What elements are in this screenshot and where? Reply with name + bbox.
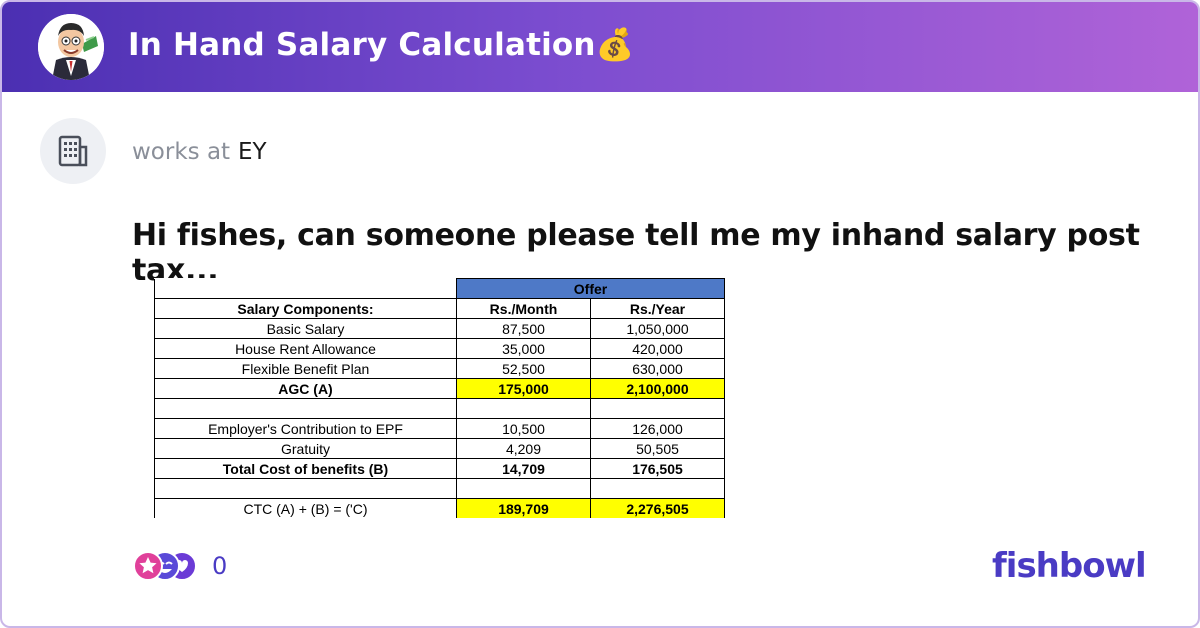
table-cell: 189,709	[456, 498, 591, 518]
table-row: Total Cost of benefits (B) 14,709 176,50…	[154, 458, 725, 479]
column-header: Rs./Year	[590, 298, 725, 319]
post-card: In Hand Salary Calculation💰 works at EY …	[0, 0, 1200, 628]
table-cell: 35,000	[456, 338, 591, 359]
reaction-count[interactable]: 0	[212, 552, 227, 580]
table-cell: Gratuity	[154, 438, 457, 459]
star-reaction-icon	[133, 551, 163, 581]
table-cell: 87,500	[456, 318, 591, 339]
table-row: House Rent Allowance 35,000 420,000	[154, 338, 725, 359]
company-logo[interactable]	[40, 118, 106, 184]
column-header: Salary Components:	[154, 298, 457, 319]
company-name[interactable]: EY	[238, 139, 267, 165]
reactions[interactable]	[132, 550, 198, 582]
table-cell: 175,000	[456, 378, 591, 399]
table-cell	[154, 398, 457, 419]
table-row: Flexible Benefit Plan 52,500 630,000	[154, 358, 725, 379]
table-cell: 10,500	[456, 418, 591, 439]
table-cell: CTC (A) + (B) = ('C)	[154, 498, 457, 518]
table-row: AGC (A) 175,000 2,100,000	[154, 378, 725, 399]
table-cell: 126,000	[590, 418, 725, 439]
table-cell	[154, 478, 457, 499]
column-header: Rs./Month	[456, 298, 591, 319]
bowl-header: In Hand Salary Calculation💰	[2, 2, 1198, 92]
table-cell: 4,209	[456, 438, 591, 459]
building-icon	[58, 135, 88, 167]
table-cell: 1,050,000	[590, 318, 725, 339]
bowl-title[interactable]: In Hand Salary Calculation💰	[128, 26, 635, 63]
table-row: CTC (A) + (B) = ('C) 189,709 2,276,505	[154, 498, 725, 518]
table-row	[154, 398, 725, 419]
table-row: Basic Salary 87,500 1,050,000	[154, 318, 725, 339]
offer-header: Offer	[456, 278, 725, 299]
table-cell	[456, 478, 591, 499]
table-cell: Basic Salary	[154, 318, 457, 339]
table-cell: House Rent Allowance	[154, 338, 457, 359]
table-cell: Total Cost of benefits (B)	[154, 458, 457, 479]
table-cell: 14,709	[456, 458, 591, 479]
table-cell	[456, 398, 591, 419]
table-cell: 52,500	[456, 358, 591, 379]
bowl-avatar-icon[interactable]	[38, 14, 104, 80]
table-cell: 50,505	[590, 438, 725, 459]
table-cell	[590, 398, 725, 419]
table-cell: Employer's Contribution to EPF	[154, 418, 457, 439]
salary-table: Offer Salary Components: Rs./Month Rs./Y…	[154, 278, 725, 518]
table-cell: Flexible Benefit Plan	[154, 358, 457, 379]
table-cell	[590, 478, 725, 499]
table-cell: 420,000	[590, 338, 725, 359]
salary-table-image[interactable]: Offer Salary Components: Rs./Month Rs./Y…	[154, 278, 726, 518]
table-cell: 176,505	[590, 458, 725, 479]
table-cell: 2,100,000	[590, 378, 725, 399]
fishbowl-logo[interactable]: fishbowl	[992, 546, 1147, 586]
table-cell	[154, 278, 457, 299]
table-cell: 2,276,505	[590, 498, 725, 518]
table-row: Gratuity 4,209 50,505	[154, 438, 725, 459]
works-at-label: works at	[132, 139, 231, 165]
table-row: Employer's Contribution to EPF 10,500 12…	[154, 418, 725, 439]
table-cell: AGC (A)	[154, 378, 457, 399]
table-row	[154, 478, 725, 499]
table-cell: 630,000	[590, 358, 725, 379]
